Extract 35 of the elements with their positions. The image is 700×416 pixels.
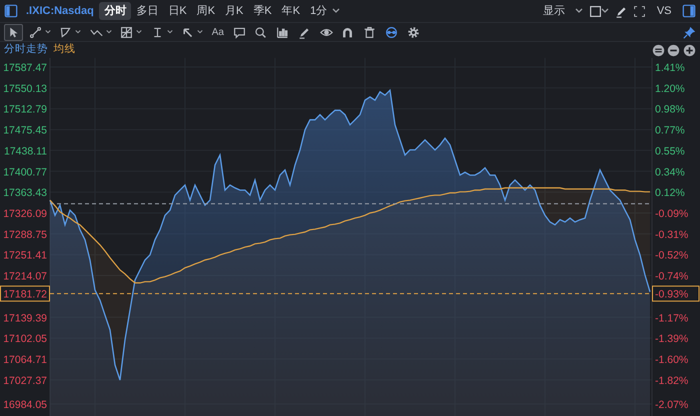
percent-axis-label: -0.52% (655, 250, 688, 262)
y-axis-label: 17251.41 (3, 250, 47, 262)
last-percent-label: -0.93% (652, 286, 700, 302)
y-axis-label: 17326.09 (3, 208, 47, 220)
percent-axis-label: 0.98% (655, 104, 685, 116)
percent-axis-label: 0.55% (655, 145, 685, 158)
y-axis-label: 17587.47 (3, 62, 47, 74)
percent-axis-label: -1.17% (655, 312, 688, 324)
percent-axis-label: 0.12% (655, 187, 685, 200)
y-axis-label: 17512.79 (3, 104, 47, 116)
y-axis-label: 17400.77 (3, 166, 47, 178)
percent-axis-label: 1.41% (655, 62, 685, 74)
percent-axis-label: -1.82% (655, 374, 688, 387)
percent-axis-label: -1.39% (655, 333, 688, 346)
y-axis-label: 17102.05 (3, 333, 47, 346)
y-axis-label: 17064.71 (3, 354, 47, 366)
last-price-label: 17181.72 (0, 286, 50, 302)
y-axis-label: 17363.43 (3, 187, 47, 200)
percent-axis-label: -1.60% (655, 354, 688, 366)
y-axis-label: 17139.39 (3, 312, 47, 324)
ref-line-label: 17181.72 (3, 288, 48, 301)
percent-axis-label: -2.07% (655, 399, 688, 412)
y-axis-label: 17475.45 (3, 124, 47, 137)
percent-axis-label: 0.77% (655, 124, 685, 137)
percent-axis-label: 0.34% (655, 166, 685, 178)
y-axis-label: 16984.05 (3, 399, 47, 412)
percent-axis-label: 1.20% (655, 82, 685, 95)
percent-axis-label: -0.31% (655, 228, 688, 241)
y-axis-label: 17214.07 (3, 270, 47, 283)
y-axis-label: 17027.37 (3, 374, 47, 387)
y-axis-label: 17288.75 (3, 228, 47, 241)
percent-axis-label: -0.09% (655, 208, 688, 220)
percent-axis-label: -0.74% (655, 270, 688, 283)
y-axis-label: 17550.13 (3, 82, 47, 95)
y-axis-label: 17438.11 (4, 145, 47, 158)
